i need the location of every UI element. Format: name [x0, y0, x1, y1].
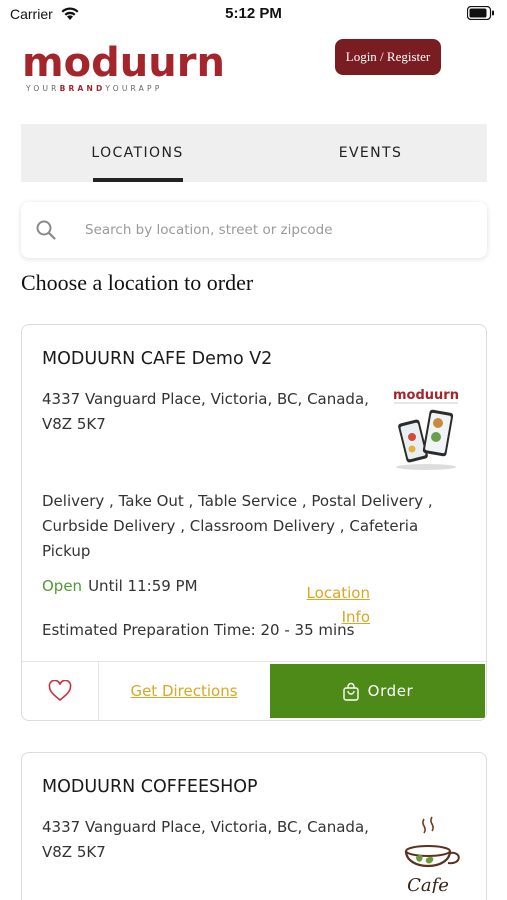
- tab-bar: LOCATIONS EVENTS: [21, 124, 487, 182]
- get-directions-link[interactable]: Get Directions: [100, 662, 268, 720]
- prep-time: Estimated Preparation Time: 20 - 35 mins: [42, 621, 355, 639]
- location-name: MODUURN CAFE Demo V2: [42, 349, 273, 369]
- open-status: Open: [42, 577, 83, 595]
- location-image: moduurn: [393, 388, 459, 470]
- location-name: MODUURN COFFEESHOP: [42, 777, 258, 797]
- search-input[interactable]: [85, 212, 465, 248]
- battery-icon: [467, 6, 494, 20]
- brand-tagline-part-1: YOUR: [26, 84, 60, 93]
- card-actions: Get Directions Order: [22, 661, 486, 720]
- login-register-button[interactable]: Login / Register: [335, 39, 441, 75]
- tab-events-label: EVENTS: [338, 145, 403, 161]
- heart-icon: [48, 680, 72, 702]
- location-image-logo-text: moduurn: [393, 388, 459, 403]
- search-box: [21, 202, 487, 258]
- hours-text: Until 11:59 PM: [88, 577, 198, 595]
- shopping-bag-icon: [342, 682, 359, 701]
- location-card: MODUURN COFFEESHOP 4337 Vanguard Place, …: [21, 752, 487, 900]
- section-title: Choose a location to order: [21, 270, 254, 295]
- coffee-image-text: Cafe: [407, 875, 449, 893]
- brand-name: moduurn: [22, 40, 225, 86]
- location-address: 4337 Vanguard Place, Victoria, BC, Canad…: [42, 818, 369, 861]
- location-hours: Open Until 11:59 PM: [42, 577, 198, 595]
- order-button[interactable]: Order: [270, 664, 485, 718]
- active-tab-indicator: [93, 178, 183, 182]
- brand-tagline-part-3: YOURAPP: [105, 84, 163, 93]
- favorite-button[interactable]: [22, 662, 99, 720]
- status-bar: Carrier 5:12 PM: [0, 0, 507, 30]
- location-address: 4337 Vanguard Place, Victoria, BC, Canad…: [42, 390, 369, 433]
- coffee-cup-image: Cafe: [404, 816, 460, 893]
- location-services: Delivery , Take Out , Table Service , Po…: [42, 492, 433, 560]
- status-time: 5:12 PM: [225, 5, 282, 22]
- order-label: Order: [367, 682, 414, 700]
- tab-locations[interactable]: LOCATIONS: [21, 124, 254, 182]
- brand-logo: moduurn YOURBRANDYOURAPP: [22, 40, 225, 96]
- search-icon: [36, 220, 56, 240]
- tab-locations-label: LOCATIONS: [91, 145, 184, 161]
- location-card: MODUURN CAFE Demo V2 4337 Vanguard Place…: [21, 324, 487, 721]
- brand-tagline-part-2: BRAND: [59, 84, 106, 93]
- tab-events[interactable]: EVENTS: [254, 124, 487, 182]
